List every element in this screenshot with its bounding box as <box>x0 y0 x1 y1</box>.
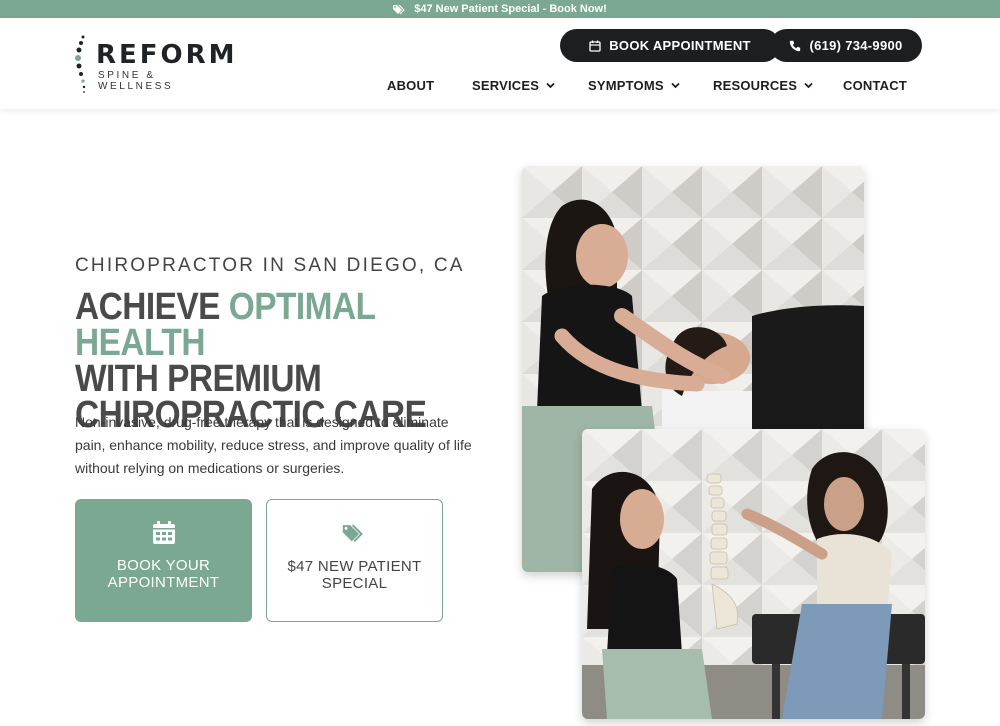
new-patient-special-label: $47 NEW PATIENT SPECIAL <box>280 558 430 592</box>
new-patient-special-button[interactable]: $47 NEW PATIENT SPECIAL <box>266 499 443 622</box>
nav-services[interactable]: SERVICES <box>472 78 555 93</box>
cta-secondary-line1: $47 NEW PATIENT <box>287 558 422 575</box>
chevron-down-icon <box>671 82 680 89</box>
phone-label: (619) 734-9900 <box>809 38 903 53</box>
cta-secondary-line2: SPECIAL <box>321 575 388 592</box>
calendar-icon <box>589 40 601 52</box>
nav-resources-label: RESOURCES <box>713 78 798 93</box>
nav-resources[interactable]: RESOURCES <box>713 78 813 93</box>
chevron-down-icon <box>804 82 813 89</box>
nav-symptoms-label: SYMPTOMS <box>588 78 664 93</box>
promo-bar[interactable]: $47 New Patient Special - Book Now! <box>0 0 1000 18</box>
book-appointment-label: BOOK APPOINTMENT <box>609 38 751 53</box>
phone-button[interactable]: (619) 734-9900 <box>770 29 922 62</box>
calendar-icon <box>152 521 175 544</box>
nav-services-label: SERVICES <box>472 78 540 93</box>
nav-contact-label: CONTACT <box>843 78 907 93</box>
main-nav: ABOUT SERVICES SYMPTOMS RESOURCES CONTAC… <box>0 78 1000 94</box>
site-header: REFORM SPINE & WELLNESS BOOK APPOINTMENT… <box>0 18 1000 109</box>
book-your-appointment-label: BOOK YOUR APPOINTMENT <box>89 557 239 591</box>
book-your-appointment-button[interactable]: BOOK YOUR APPOINTMENT <box>75 499 252 622</box>
book-appointment-button[interactable]: BOOK APPOINTMENT <box>560 29 780 62</box>
cta-primary-line2: APPOINTMENT <box>107 574 220 591</box>
nav-about-label: ABOUT <box>387 78 435 93</box>
promo-text: $47 New Patient Special - Book Now! <box>414 3 607 15</box>
tags-icon <box>393 4 406 14</box>
nav-contact[interactable]: CONTACT <box>843 78 907 93</box>
nav-about[interactable]: ABOUT <box>387 78 434 93</box>
phone-icon <box>790 40 801 51</box>
brand-name: REFORM <box>96 40 238 70</box>
chevron-down-icon <box>546 82 555 89</box>
hero-lead: Non-invasive, drug-free therapy that is … <box>75 414 472 476</box>
hero-eyebrow: CHIROPRACTOR IN SAN DIEGO, CA <box>75 255 465 276</box>
cta-primary-line1: BOOK YOUR <box>116 557 211 574</box>
tag-icon <box>342 524 363 543</box>
nav-symptoms[interactable]: SYMPTOMS <box>588 78 680 93</box>
photo-spine-consultation <box>582 429 925 719</box>
